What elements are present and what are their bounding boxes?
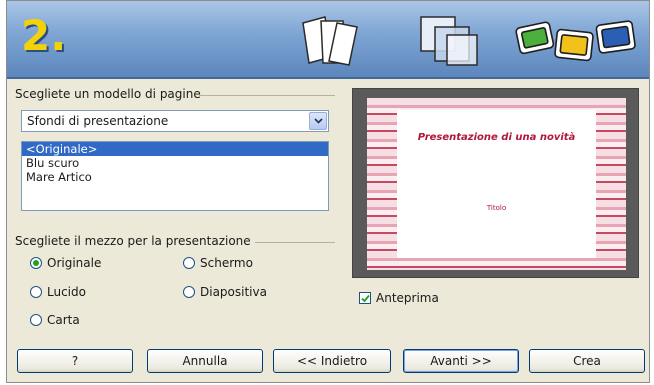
slide-background: Presentazione di una novità Titolo	[367, 98, 626, 270]
radio-circle[interactable]	[30, 286, 42, 298]
radio-label: Diapositiva	[200, 285, 267, 299]
template-list-item[interactable]: Blu scuro	[22, 156, 328, 170]
section-divider	[255, 242, 335, 243]
cancel-button[interactable]: Annulla	[147, 349, 263, 373]
dropdown-button[interactable]	[309, 112, 327, 130]
slide-content-area: Presentazione di una novità Titolo	[397, 110, 596, 258]
slide-title: Presentazione di una novità	[417, 132, 576, 143]
step-number: 2.	[21, 11, 67, 60]
help-button[interactable]: ?	[17, 349, 133, 373]
chevron-down-icon	[314, 118, 323, 124]
presentation-wizard-dialog: 2. Scegliete un modello di pagine Sfondi…	[6, 0, 650, 383]
next-button[interactable]: Avanti >>	[403, 349, 519, 373]
checkmark-icon	[361, 294, 370, 303]
radio-circle[interactable]	[183, 286, 195, 298]
output-medium-section-label: Scegliete il mezzo per la presentazione	[15, 234, 251, 248]
overlapping-frames-icon	[420, 16, 478, 66]
template-list[interactable]: <Originale> Blu scuro Mare Artico	[21, 141, 329, 211]
back-button[interactable]: << Indietro	[273, 349, 391, 373]
page-template-section-label: Scegliete un modello di pagine	[15, 87, 201, 101]
preview-checkbox[interactable]	[359, 292, 371, 304]
pages-stack-icon	[302, 16, 358, 66]
slide-preview-panel: Presentazione di una novità Titolo	[352, 88, 639, 278]
radio-circle[interactable]	[30, 257, 42, 269]
slide-subtitle: Titolo	[486, 204, 507, 212]
template-category-value: Sfondi di presentazione	[27, 114, 169, 128]
radio-label: Originale	[47, 256, 102, 270]
section-divider	[199, 95, 335, 96]
create-button[interactable]: Crea	[529, 349, 645, 373]
radio-label: Carta	[47, 313, 80, 327]
radio-label: Schermo	[200, 256, 253, 270]
template-list-item[interactable]: <Originale>	[22, 142, 328, 156]
color-slides-icon	[515, 20, 636, 62]
preview-checkbox-label: Anteprima	[376, 291, 439, 305]
radio-circle[interactable]	[183, 257, 195, 269]
template-category-dropdown[interactable]: Sfondi di presentazione	[21, 110, 329, 132]
wizard-banner: 2.	[7, 1, 649, 79]
radio-label: Lucido	[47, 285, 86, 299]
radio-circle[interactable]	[30, 314, 42, 326]
template-list-item[interactable]: Mare Artico	[22, 170, 328, 184]
